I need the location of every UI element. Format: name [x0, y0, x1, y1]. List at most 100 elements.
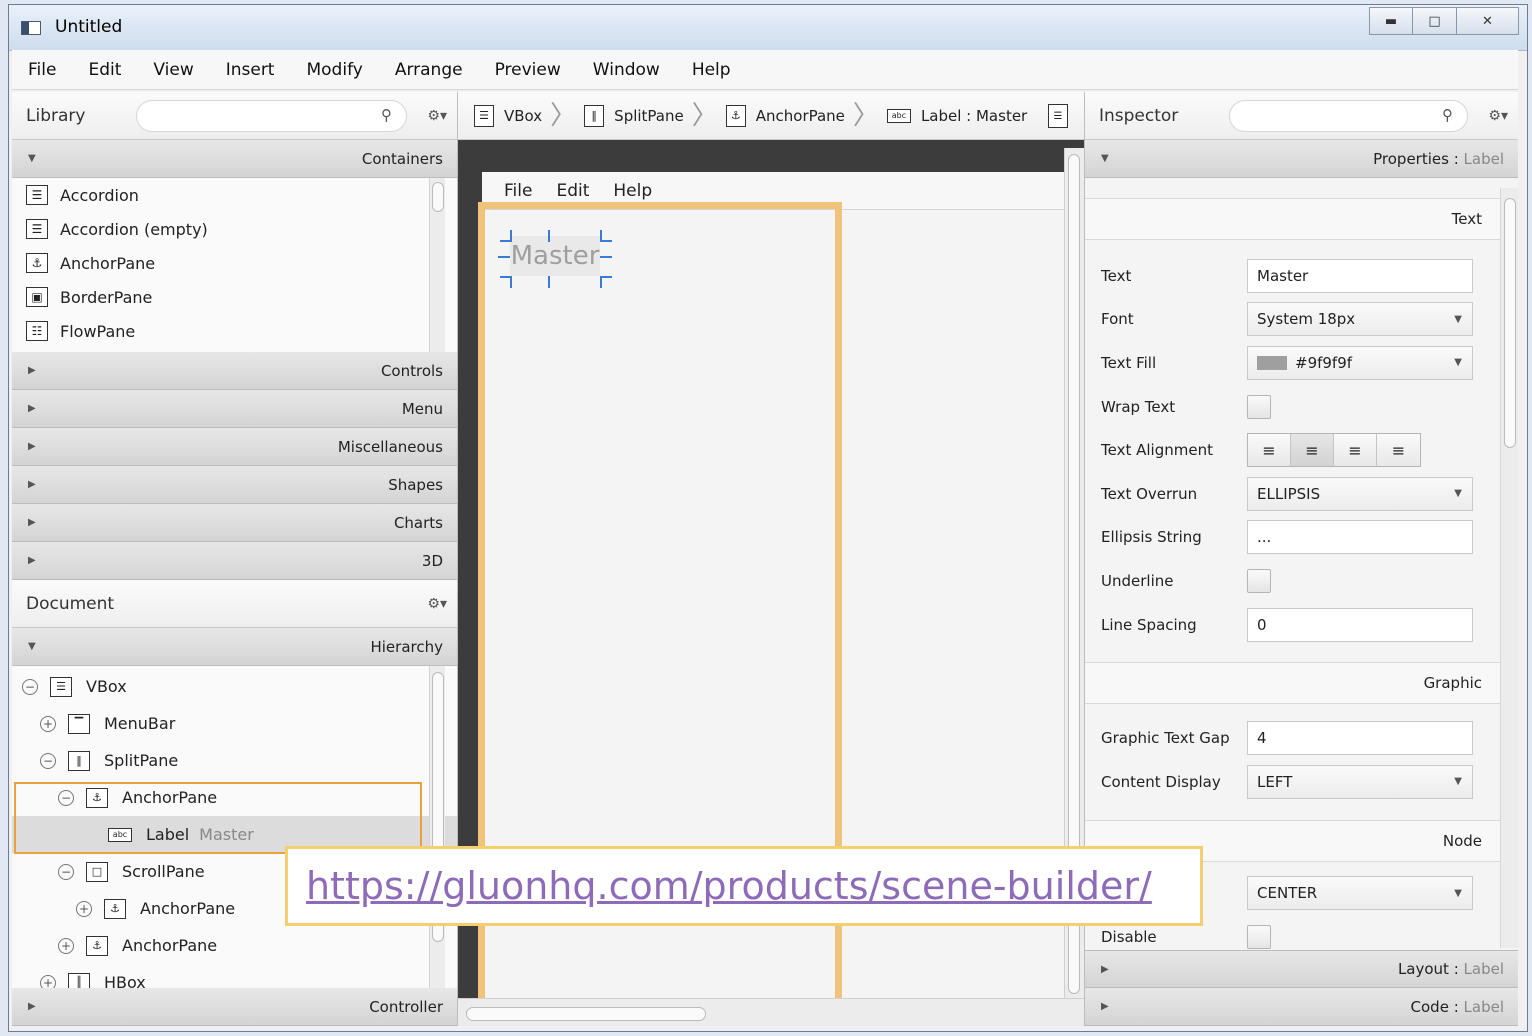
- text-field[interactable]: Master: [1247, 258, 1473, 293]
- expand-icon[interactable]: +: [76, 900, 92, 917]
- disable-checkbox[interactable]: [1247, 924, 1271, 949]
- minimize-icon: ▬: [1384, 13, 1398, 29]
- code-section-header[interactable]: ▶ Code : Label: [1085, 988, 1518, 1026]
- tree-row[interactable]: − ‖ SplitPane: [12, 742, 457, 779]
- node-alignment-dropdown[interactable]: CENTER: [1247, 876, 1473, 911]
- align-right-icon: ≡: [1348, 440, 1362, 460]
- prop-label: Content Display: [1101, 772, 1221, 791]
- align-center-button[interactable]: ≡: [1291, 434, 1334, 467]
- inspector-search-input[interactable]: ⚲: [1229, 99, 1468, 132]
- resize-handle[interactable]: [600, 256, 612, 258]
- maximize-button[interactable]: □: [1413, 7, 1457, 35]
- align-right-button[interactable]: ≡: [1334, 434, 1377, 467]
- resize-handle[interactable]: [548, 230, 550, 242]
- library-scrollbar[interactable]: [429, 178, 445, 352]
- section-3d[interactable]: ▶ 3D: [12, 542, 457, 580]
- document-gear-icon[interactable]: ⚙▾: [407, 596, 447, 612]
- menu-help[interactable]: Help: [676, 60, 747, 80]
- collapse-icon[interactable]: −: [22, 678, 38, 695]
- section-miscellaneous[interactable]: ▶ Miscellaneous: [12, 428, 457, 466]
- resize-handle[interactable]: [498, 256, 510, 258]
- expand-icon[interactable]: +: [58, 937, 74, 954]
- library-item[interactable]: ⚓ AnchorPane: [12, 246, 457, 280]
- menu-preview[interactable]: Preview: [479, 60, 577, 80]
- collapsed-triangle-icon: ▶: [28, 479, 36, 490]
- splitpane-icon: ‖: [584, 104, 605, 127]
- document-icon[interactable]: ☰: [1048, 104, 1068, 128]
- library-item[interactable]: ☷ FlowPane: [12, 314, 457, 348]
- library-search-input[interactable]: ⚲: [136, 99, 407, 132]
- library-item[interactable]: ▣ BorderPane: [12, 280, 457, 314]
- section-containers[interactable]: ▼ Containers: [12, 140, 457, 178]
- canvas-menu-help[interactable]: Help: [601, 181, 664, 201]
- ellipsis-string-field[interactable]: ...: [1247, 520, 1473, 555]
- library-item[interactable]: ☰ Accordion (empty): [12, 212, 457, 246]
- close-button[interactable]: ✕: [1457, 7, 1519, 35]
- inspector-gear-icon[interactable]: ⚙▾: [1468, 108, 1508, 124]
- tree-row[interactable]: + ⚓ AnchorPane: [12, 927, 457, 964]
- section-hierarchy[interactable]: ▼ Hierarchy: [12, 628, 457, 666]
- wrap-text-checkbox[interactable]: [1247, 394, 1271, 419]
- collapse-icon[interactable]: −: [40, 752, 56, 769]
- align-justify-button[interactable]: ≡: [1377, 434, 1420, 467]
- scroll-thumb[interactable]: [466, 1007, 706, 1021]
- library-gear-icon[interactable]: ⚙▾: [407, 108, 447, 124]
- section-controller[interactable]: ▶ Controller: [12, 988, 457, 1026]
- resize-handle[interactable]: [548, 276, 550, 288]
- menu-file[interactable]: File: [12, 60, 72, 80]
- collapse-icon[interactable]: −: [58, 863, 74, 880]
- line-spacing-field[interactable]: 0: [1247, 607, 1473, 642]
- content-display-dropdown[interactable]: LEFT: [1247, 764, 1473, 799]
- expand-icon[interactable]: +: [40, 715, 56, 732]
- scroll-thumb[interactable]: [432, 182, 444, 212]
- canvas-horizontal-scrollbar[interactable]: [458, 998, 1084, 1026]
- canvas-menu-file[interactable]: File: [492, 181, 544, 201]
- canvas-label-master[interactable]: Master: [510, 236, 600, 276]
- menu-edit[interactable]: Edit: [72, 60, 137, 80]
- code-label: Code: [1410, 997, 1449, 1016]
- tree-row-selected-parent[interactable]: − ⚓ AnchorPane: [12, 779, 457, 816]
- library-item[interactable]: ☰ Accordion: [12, 178, 457, 212]
- tree-row-label: AnchorPane: [122, 936, 218, 955]
- vbox-icon: ☰: [474, 104, 494, 127]
- scroll-thumb[interactable]: [1504, 198, 1516, 448]
- group-text: Text: [1085, 198, 1500, 240]
- breadcrumb-item[interactable]: abc Label : Master: [886, 107, 1027, 125]
- text-overrun-dropdown[interactable]: ELLIPSIS: [1247, 476, 1473, 511]
- properties-section-header[interactable]: ▼ Properties : Label: [1085, 140, 1518, 178]
- hierarchy-scrollbar[interactable]: [429, 666, 445, 988]
- resize-handle[interactable]: [500, 230, 512, 242]
- resize-handle[interactable]: [600, 230, 612, 242]
- underline-checkbox[interactable]: [1247, 568, 1271, 593]
- inspector-scrollbar[interactable]: [1500, 188, 1518, 948]
- graphic-text-gap-field[interactable]: 4: [1247, 721, 1473, 756]
- minimize-button[interactable]: ▬: [1369, 7, 1413, 35]
- menu-insert[interactable]: Insert: [210, 60, 291, 80]
- label-icon: abc: [886, 108, 911, 123]
- section-shapes[interactable]: ▶ Shapes: [12, 466, 457, 504]
- section-controls[interactable]: ▶ Controls: [12, 352, 457, 390]
- font-dropdown[interactable]: System 18px: [1247, 302, 1473, 337]
- breadcrumb-item[interactable]: ‖ SplitPane 〉: [584, 103, 718, 129]
- section-charts[interactable]: ▶ Charts: [12, 504, 457, 542]
- canvas-menu-edit[interactable]: Edit: [544, 181, 601, 201]
- align-left-button[interactable]: ≡: [1248, 434, 1291, 467]
- tree-row[interactable]: + ▔ MenuBar: [12, 705, 457, 742]
- url-link[interactable]: https://gluonhq.com/products/scene-build…: [306, 864, 1152, 908]
- menu-arrange[interactable]: Arrange: [379, 60, 479, 80]
- resize-handle[interactable]: [500, 276, 512, 288]
- menu-view[interactable]: View: [137, 60, 209, 80]
- breadcrumb-item[interactable]: ☰ VBox 〉: [474, 103, 576, 129]
- collapse-icon[interactable]: −: [58, 789, 74, 806]
- menu-window[interactable]: Window: [577, 60, 676, 80]
- breadcrumb-item[interactable]: ⚓ AnchorPane 〉: [725, 103, 879, 129]
- align-justify-icon: ≡: [1391, 440, 1406, 460]
- expand-icon[interactable]: +: [40, 974, 56, 988]
- tree-row[interactable]: − ☰ VBox: [12, 668, 457, 705]
- text-fill-picker[interactable]: #9f9f9f: [1247, 345, 1473, 380]
- resize-handle[interactable]: [600, 276, 612, 288]
- section-menu[interactable]: ▶ Menu: [12, 390, 457, 428]
- menu-modify[interactable]: Modify: [290, 60, 378, 80]
- tree-row[interactable]: + ║ HBox: [12, 964, 457, 988]
- layout-section-header[interactable]: ▶ Layout : Label: [1085, 950, 1518, 988]
